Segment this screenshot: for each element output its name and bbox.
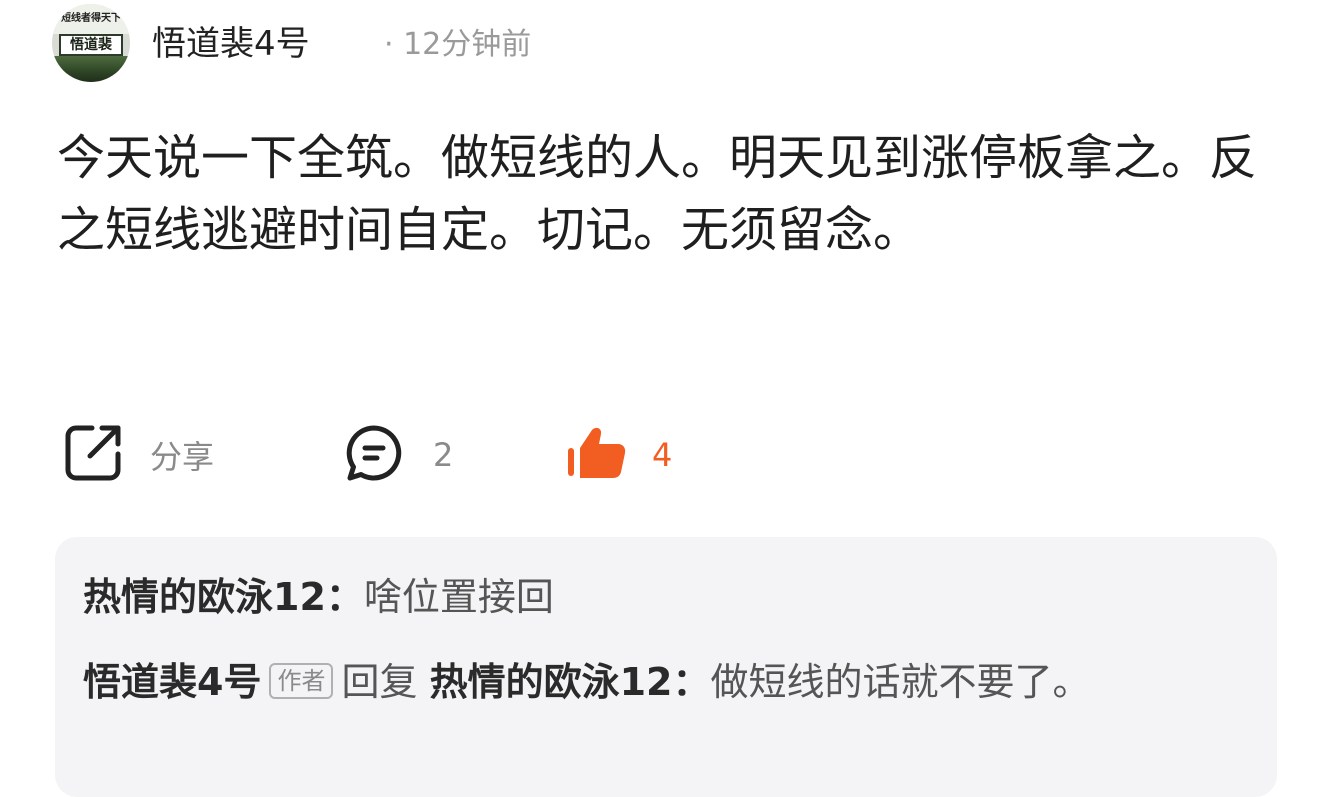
comment-icon (343, 422, 405, 488)
avatar-landscape (52, 56, 130, 82)
reply-word: 回复 (341, 660, 418, 704)
thumbs-up-icon (566, 422, 628, 488)
avatar-caption: 短线者得天下 (52, 4, 130, 34)
comment-text: 啥位置接回 (363, 575, 554, 619)
like-button[interactable]: 4 (566, 424, 672, 486)
avatar[interactable]: 短线者得天下 悟道裴 (52, 4, 130, 82)
comment-text: 做短线的话就不要了。 (710, 660, 1091, 704)
author-badge: 作者 (269, 663, 334, 699)
comment-item[interactable]: 悟道裴4号 作者 回复 热情的欧泳12：做短线的话就不要了。 (83, 652, 1253, 712)
share-icon (62, 422, 124, 488)
post-timestamp: · 12分钟前 (384, 27, 532, 62)
comment-count: 2 (433, 436, 454, 474)
reply-to-user[interactable]: 热情的欧泳12： (430, 660, 711, 704)
comment-button[interactable]: 2 (343, 424, 453, 486)
comment-list: 热情的欧泳12：啥位置接回 悟道裴4号 作者 回复 热情的欧泳12：做短线的话就不要… (55, 537, 1277, 797)
comment-item[interactable]: 热情的欧泳12：啥位置接回 (83, 567, 1253, 627)
like-count: 4 (652, 436, 673, 474)
avatar-name-plate: 悟道裴 (59, 34, 123, 56)
share-label: 分享 (150, 438, 215, 476)
comment-user[interactable]: 悟道裴4号 (83, 660, 261, 704)
comment-user[interactable]: 热情的欧泳12： (83, 575, 364, 619)
share-button[interactable]: 分享 (62, 424, 214, 486)
author-name[interactable]: 悟道裴4号 (152, 19, 310, 69)
post-text: 今天说一下全筑。做短线的人。明天见到涨停板拿之。反之短线逃避时间自定。切记。无须… (57, 130, 1258, 258)
